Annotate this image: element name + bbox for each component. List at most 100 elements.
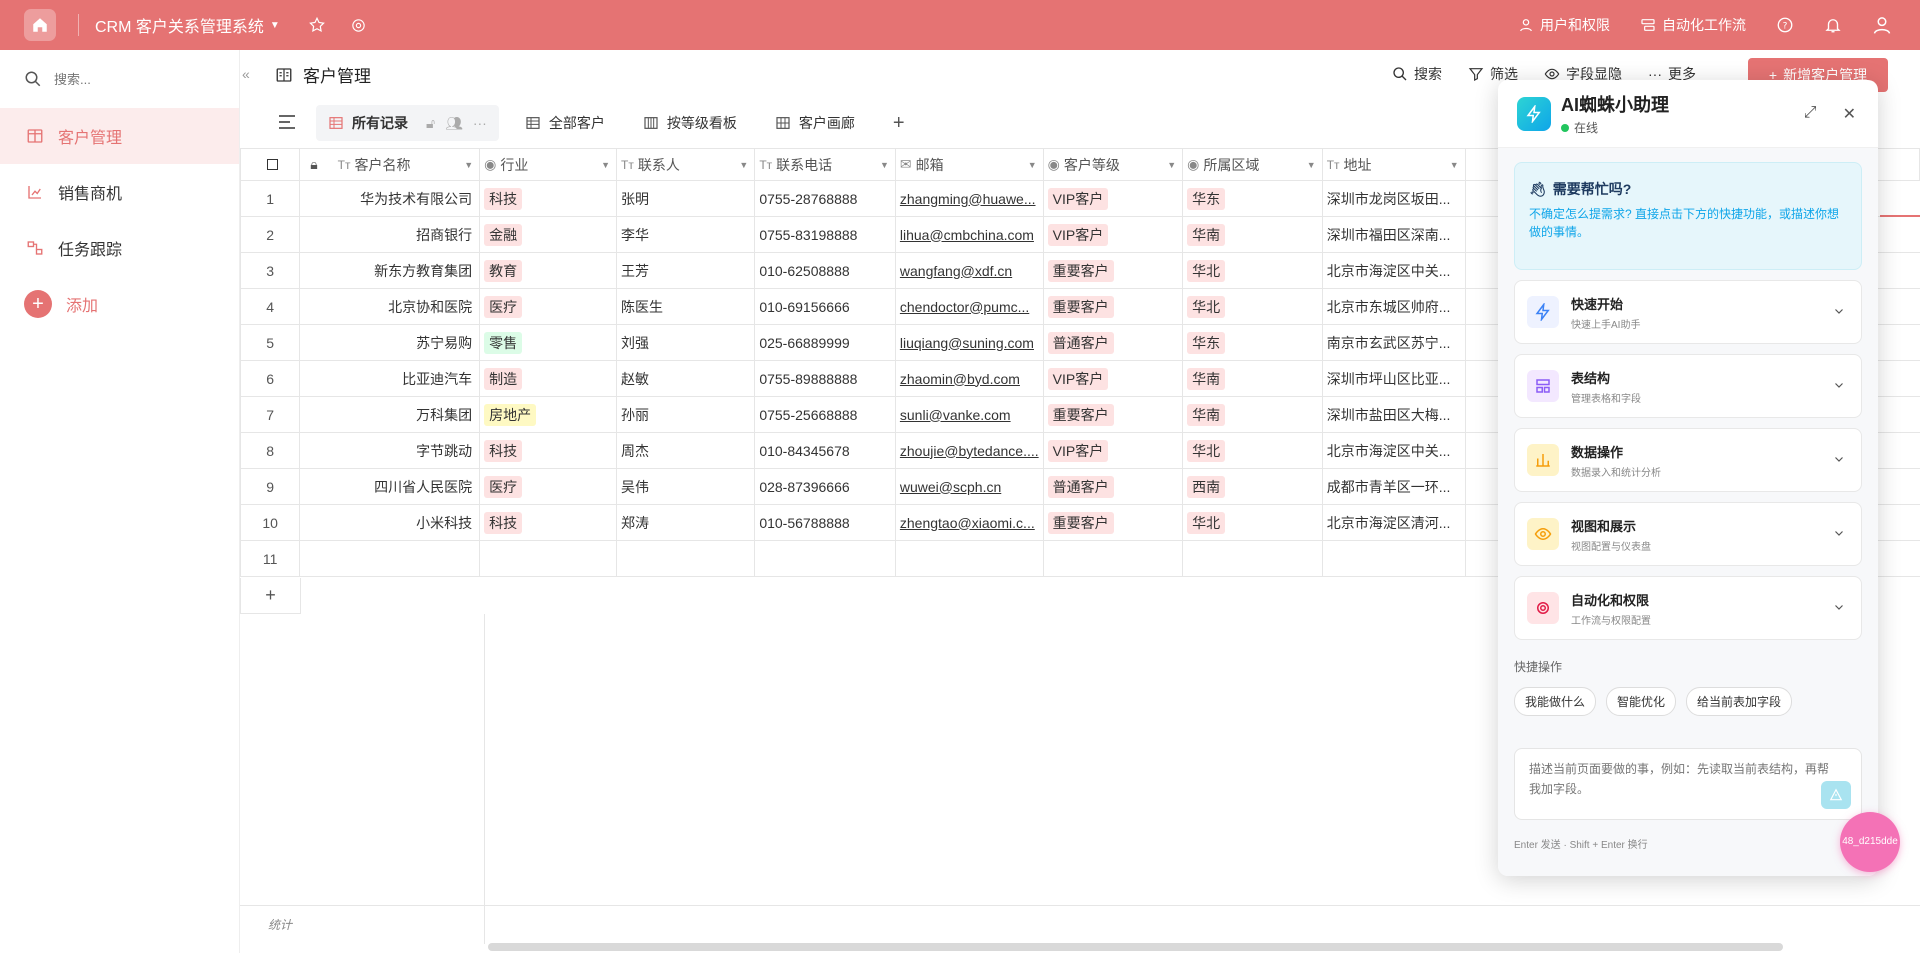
assistant-category-layout[interactable]: 表结构 管理表格和字段 — [1514, 354, 1862, 418]
column-dropdown-icon[interactable]: ▼ — [1028, 160, 1037, 170]
cell-address[interactable]: 深圳市坪山区比亚... — [1321, 360, 1466, 397]
collaborators-icon[interactable]: 👥︎ — [445, 115, 463, 132]
cell-phone[interactable]: 010-56788888 — [754, 504, 896, 541]
cell-email[interactable]: wangfang@xdf.cn — [894, 252, 1044, 289]
cell-industry[interactable]: 科技 — [479, 180, 618, 217]
cell-region[interactable]: 华东 — [1182, 180, 1323, 217]
cell-region[interactable]: 华北 — [1182, 432, 1323, 469]
cell-contact[interactable]: 李华 — [616, 216, 756, 253]
cell-address[interactable]: 深圳市龙岗区坂田... — [1321, 180, 1466, 217]
tab-kanban-by-level[interactable]: 按等级看板 — [631, 105, 749, 141]
search-button[interactable]: 搜索 — [1392, 64, 1442, 84]
select-all-checkbox[interactable] — [267, 158, 278, 170]
cell-level[interactable]: 普通客户 — [1042, 324, 1184, 361]
expand-icon[interactable]: ⤢ — [1804, 104, 1817, 124]
row-number[interactable]: 4 — [239, 288, 301, 325]
cell-contact[interactable] — [616, 540, 756, 577]
app-title-dropdown[interactable]: CRM 客户关系管理系统 ▼ — [95, 13, 280, 37]
cell-contact[interactable]: 赵敏 — [616, 360, 756, 397]
cell-email[interactable]: zhaomin@byd.com — [894, 360, 1044, 397]
email-link[interactable]: zhangming@huawe... — [900, 191, 1036, 207]
column-header-contact[interactable]: Tт 联系人 ▼ — [616, 148, 756, 181]
cell-phone[interactable]: 025-66889999 — [754, 324, 896, 361]
cell-region[interactable]: 华东 — [1182, 324, 1323, 361]
cell-industry[interactable]: 科技 — [479, 504, 618, 541]
cell-address[interactable]: 北京市海淀区中关... — [1321, 252, 1466, 289]
cell-level[interactable]: VIP客户 — [1042, 180, 1184, 217]
cell-customer-name[interactable]: 万科集团 — [299, 396, 481, 433]
cell-industry[interactable]: 科技 — [479, 432, 618, 469]
cell-email[interactable]: wuwei@scph.cn — [894, 468, 1044, 505]
row-number[interactable]: 7 — [239, 396, 301, 433]
floating-avatar-button[interactable]: 48_d215dde — [1840, 812, 1900, 872]
row-number[interactable]: 6 — [239, 360, 301, 397]
select-all-cell[interactable] — [239, 148, 301, 181]
cell-address[interactable]: 深圳市盐田区大梅... — [1321, 396, 1466, 433]
cell-level[interactable] — [1042, 540, 1184, 577]
column-dropdown-icon[interactable]: ▼ — [739, 160, 748, 170]
cell-phone[interactable]: 0755-28768888 — [754, 180, 896, 217]
cell-level[interactable]: 重要客户 — [1042, 504, 1184, 541]
cell-customer-name[interactable]: 招商银行 — [299, 216, 481, 253]
cell-industry[interactable]: 房地产 — [479, 396, 618, 433]
cell-level[interactable]: VIP客户 — [1042, 216, 1184, 253]
row-number[interactable]: 8 — [239, 432, 301, 469]
cell-industry[interactable]: 医疗 — [479, 468, 618, 505]
cell-region[interactable] — [1182, 540, 1323, 577]
sidebar-item-tasks[interactable]: 任务跟踪 — [0, 220, 239, 276]
cell-contact[interactable]: 孙丽 — [616, 396, 756, 433]
sidebar-item-customers[interactable]: 客户管理 — [0, 108, 239, 164]
cell-email[interactable]: zhoujie@bytedance.... — [894, 432, 1044, 469]
cell-phone[interactable]: 0755-89888888 — [754, 360, 896, 397]
email-link[interactable]: sunli@vanke.com — [900, 407, 1011, 423]
cell-customer-name[interactable]: 新东方教育集团 — [299, 252, 481, 289]
quick-chip-smart-optimize[interactable]: 智能优化 — [1606, 687, 1677, 716]
column-dropdown-icon[interactable]: ▼ — [880, 160, 889, 170]
cell-email[interactable]: zhengtao@xiaomi.c... — [894, 504, 1044, 541]
email-link[interactable]: zhoujie@bytedance.... — [900, 443, 1039, 459]
column-dropdown-icon[interactable]: ▼ — [1307, 160, 1316, 170]
cell-region[interactable]: 华南 — [1182, 360, 1323, 397]
cell-region[interactable]: 华南 — [1182, 396, 1323, 433]
cell-level[interactable]: VIP客户 — [1042, 432, 1184, 469]
row-number[interactable]: 10 — [239, 504, 301, 541]
cell-customer-name[interactable]: 比亚迪汽车 — [299, 360, 481, 397]
cell-level[interactable]: 普通客户 — [1042, 468, 1184, 505]
cell-address[interactable]: 北京市东城区帅府... — [1321, 288, 1466, 325]
cell-region[interactable]: 华北 — [1182, 252, 1323, 289]
cell-customer-name[interactable] — [299, 540, 481, 577]
email-link[interactable]: zhengtao@xiaomi.c... — [900, 515, 1035, 531]
cell-email[interactable]: sunli@vanke.com — [894, 396, 1044, 433]
row-number[interactable]: 9 — [239, 468, 301, 505]
cell-email[interactable]: zhangming@huawe... — [894, 180, 1044, 217]
row-number[interactable]: 5 — [239, 324, 301, 361]
cell-phone[interactable]: 010-62508888 — [754, 252, 896, 289]
column-header-name[interactable]: 🔒︎ Tт 客户名称 ▼ — [299, 148, 481, 181]
cell-customer-name[interactable]: 北京协和医院 — [299, 288, 481, 325]
row-number[interactable]: 3 — [239, 252, 301, 289]
column-dropdown-icon[interactable]: ▼ — [601, 160, 610, 170]
email-link[interactable]: chendoctor@pumc... — [900, 299, 1029, 315]
cell-customer-name[interactable]: 苏宁易购 — [299, 324, 481, 361]
cell-email[interactable]: lihua@cmbchina.com — [894, 216, 1044, 253]
cell-phone[interactable]: 010-69156666 — [754, 288, 896, 325]
column-header-address[interactable]: Tт 地址 ▼ — [1321, 148, 1466, 181]
cell-industry[interactable] — [479, 540, 618, 577]
add-row-button[interactable]: + — [240, 578, 301, 614]
cell-industry[interactable]: 教育 — [479, 252, 618, 289]
cell-contact[interactable]: 郑涛 — [616, 504, 756, 541]
settings-icon[interactable] — [350, 17, 367, 34]
cell-region[interactable]: 华北 — [1182, 288, 1323, 325]
cell-address[interactable]: 北京市海淀区清河... — [1321, 504, 1466, 541]
assistant-category-bar-chart[interactable]: 数据操作 数据录入和统计分析 — [1514, 428, 1862, 492]
tab-all-customers[interactable]: 全部客户 — [513, 105, 617, 141]
cell-customer-name[interactable]: 小米科技 — [299, 504, 481, 541]
cell-address[interactable]: 北京市海淀区中关... — [1321, 432, 1466, 469]
cell-phone[interactable]: 010-84345678 — [754, 432, 896, 469]
column-dropdown-icon[interactable]: ▼ — [464, 160, 473, 170]
users-permissions-button[interactable]: 用户和权限 — [1518, 15, 1610, 35]
assistant-category-gear[interactable]: 自动化和权限 工作流与权限配置 — [1514, 576, 1862, 640]
cell-industry[interactable]: 医疗 — [479, 288, 618, 325]
statistics-label[interactable]: 统计 — [268, 916, 292, 933]
horizontal-scrollbar[interactable] — [488, 943, 1783, 951]
